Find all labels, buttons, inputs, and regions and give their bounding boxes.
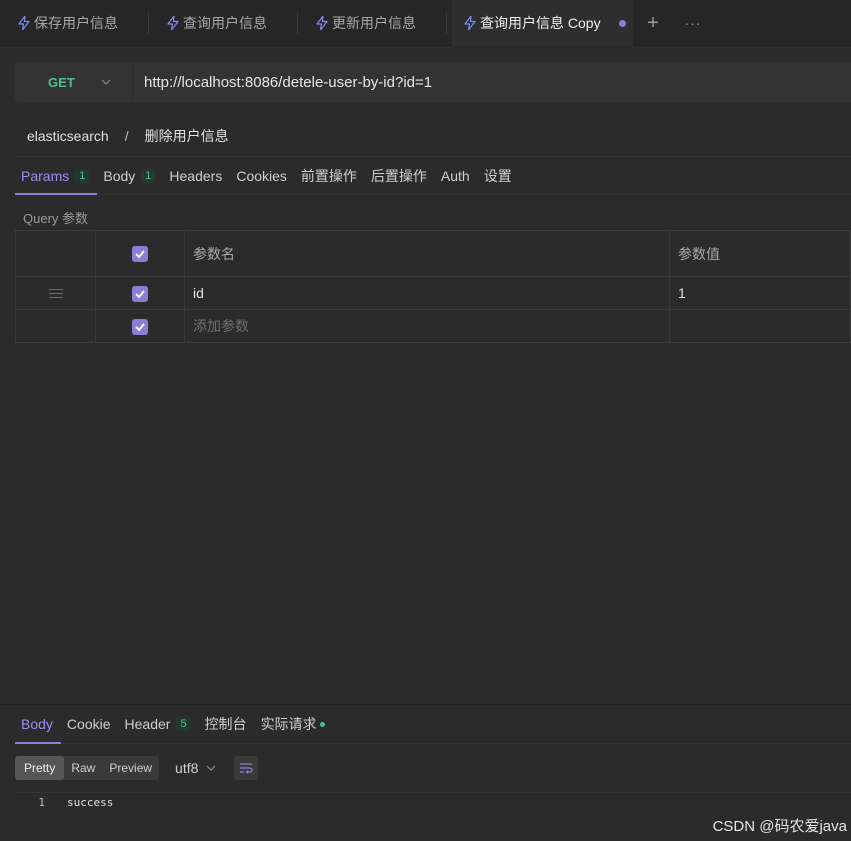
tab-label: Params [21,167,70,184]
table-row-new: 添加参数 [15,309,851,343]
wrap-lines-icon [240,763,254,774]
bolt-icon [464,16,476,30]
tab-body[interactable]: Body 1 [97,157,163,194]
table-row: id 1 [15,276,851,310]
table-header-row: 参数名 参数值 [15,230,851,277]
encoding-label: utf8 [175,760,199,776]
tab-label: Body [103,167,136,184]
tab-label: Header [124,716,171,732]
format-pretty-button[interactable]: Pretty [15,756,65,780]
tab-cookies[interactable]: Cookies [230,157,295,194]
tab-save-user[interactable]: 保存用户信息 [0,0,149,46]
tab-label: 查询用户信息 [183,15,267,31]
tab-label: Body [21,716,53,732]
query-params-label: Query 参数 [23,211,89,226]
response-tabs: Body Cookie Header 5 控制台 实际请求 [15,705,851,744]
format-preview-button[interactable]: Preview [102,756,159,780]
count-badge: 5 [176,717,191,731]
tab-settings[interactable]: 设置 [478,157,520,194]
tab-label: Cookie [66,716,111,732]
bolt-icon [18,16,30,30]
select-all-cell [95,230,185,277]
format-raw-button[interactable]: Raw [64,756,102,780]
tab-label: Cookies [236,167,287,184]
tab-auth[interactable]: Auth [435,157,478,194]
unsaved-dot-icon [618,19,626,27]
drag-cell [15,309,96,343]
tab-label: 前置操作 [300,167,357,184]
tab-response-cookie[interactable]: Cookie [61,705,119,743]
url-bar: GET [15,62,851,102]
count-badge: 1 [141,168,156,183]
check-icon [135,250,145,259]
tab-label: 实际请求 [260,716,317,732]
more-tabs-button[interactable]: ··· [673,0,713,46]
param-name-cell[interactable]: id [184,276,670,310]
tab-response-header[interactable]: Header 5 [119,705,199,743]
row-checkbox[interactable] [132,285,148,302]
code-line: 1 success [15,796,113,809]
drag-cell [15,276,96,310]
row-checkbox-cell [95,309,185,343]
add-param-input[interactable]: 添加参数 [184,309,670,343]
param-name-header: 参数名 [184,230,670,277]
line-number: 1 [38,796,45,809]
row-checkbox[interactable] [132,318,148,335]
request-tab-bar: 保存用户信息 查询用户信息 更新用户信息 查询用户信息 Copy + ··· [0,0,851,46]
status-dot-icon [319,721,325,727]
param-value-cell[interactable] [669,309,851,343]
method-label: GET [48,74,75,90]
drag-column-header [15,230,96,277]
breadcrumb-folder[interactable]: elasticsearch [27,128,109,144]
breadcrumb: elasticsearch / 删除用户信息 [27,126,229,146]
chevron-down-icon [101,79,111,85]
tab-label: 设置 [483,167,512,184]
check-icon [135,323,145,331]
bolt-icon [316,16,328,30]
tab-label: 更新用户信息 [332,15,416,31]
tab-label: 控制台 [204,716,247,732]
request-section-tabs: Params 1 Body 1 Headers Cookies 前置操作 后置操… [15,156,851,195]
tab-query-user-copy[interactable]: 查询用户信息 Copy [452,0,633,46]
method-select[interactable]: GET [15,62,133,102]
line-text[interactable]: success [67,796,113,809]
tab-update-user[interactable]: 更新用户信息 [298,0,447,46]
tab-params[interactable]: Params 1 [15,157,98,195]
tab-label: 查询用户信息 Copy [480,15,601,31]
response-format-bar: Pretty Raw Preview utf8 [15,756,259,780]
tab-label: Headers [169,167,223,184]
chevron-down-icon [206,765,216,771]
bolt-icon [167,16,179,30]
tab-response-body[interactable]: Body [15,705,61,744]
count-badge: 1 [75,168,90,183]
add-tab-button[interactable]: + [633,0,673,46]
tab-label: 后置操作 [370,167,427,184]
param-value-header: 参数值 [669,230,851,277]
tab-label: 保存用户信息 [34,15,118,31]
format-toggle: Pretty Raw Preview [15,756,160,780]
tab-headers[interactable]: Headers [163,157,230,194]
tab-label: Auth [440,167,470,184]
tab-actual-request[interactable]: 实际请求 [255,705,333,743]
word-wrap-button[interactable] [234,756,259,780]
select-all-checkbox[interactable] [132,246,148,263]
request-name[interactable]: 删除用户信息 [145,126,229,146]
query-params-table: 参数名 参数值 id 1 添加参数 [15,230,851,343]
encoding-select[interactable]: utf8 [175,760,216,776]
watermark: CSDN @码农爱java [712,818,847,835]
tab-pre-processors[interactable]: 前置操作 [295,157,365,194]
tab-console[interactable]: 控制台 [199,705,255,743]
tab-query-user[interactable]: 查询用户信息 [149,0,298,46]
code-divider [15,792,851,793]
breadcrumb-separator: / [124,128,129,144]
url-input[interactable] [133,62,851,102]
tab-post-processors[interactable]: 后置操作 [365,157,435,194]
check-icon [135,290,145,298]
param-value-cell[interactable]: 1 [669,276,851,310]
row-checkbox-cell [95,276,185,310]
drag-handle-icon[interactable] [48,286,63,301]
